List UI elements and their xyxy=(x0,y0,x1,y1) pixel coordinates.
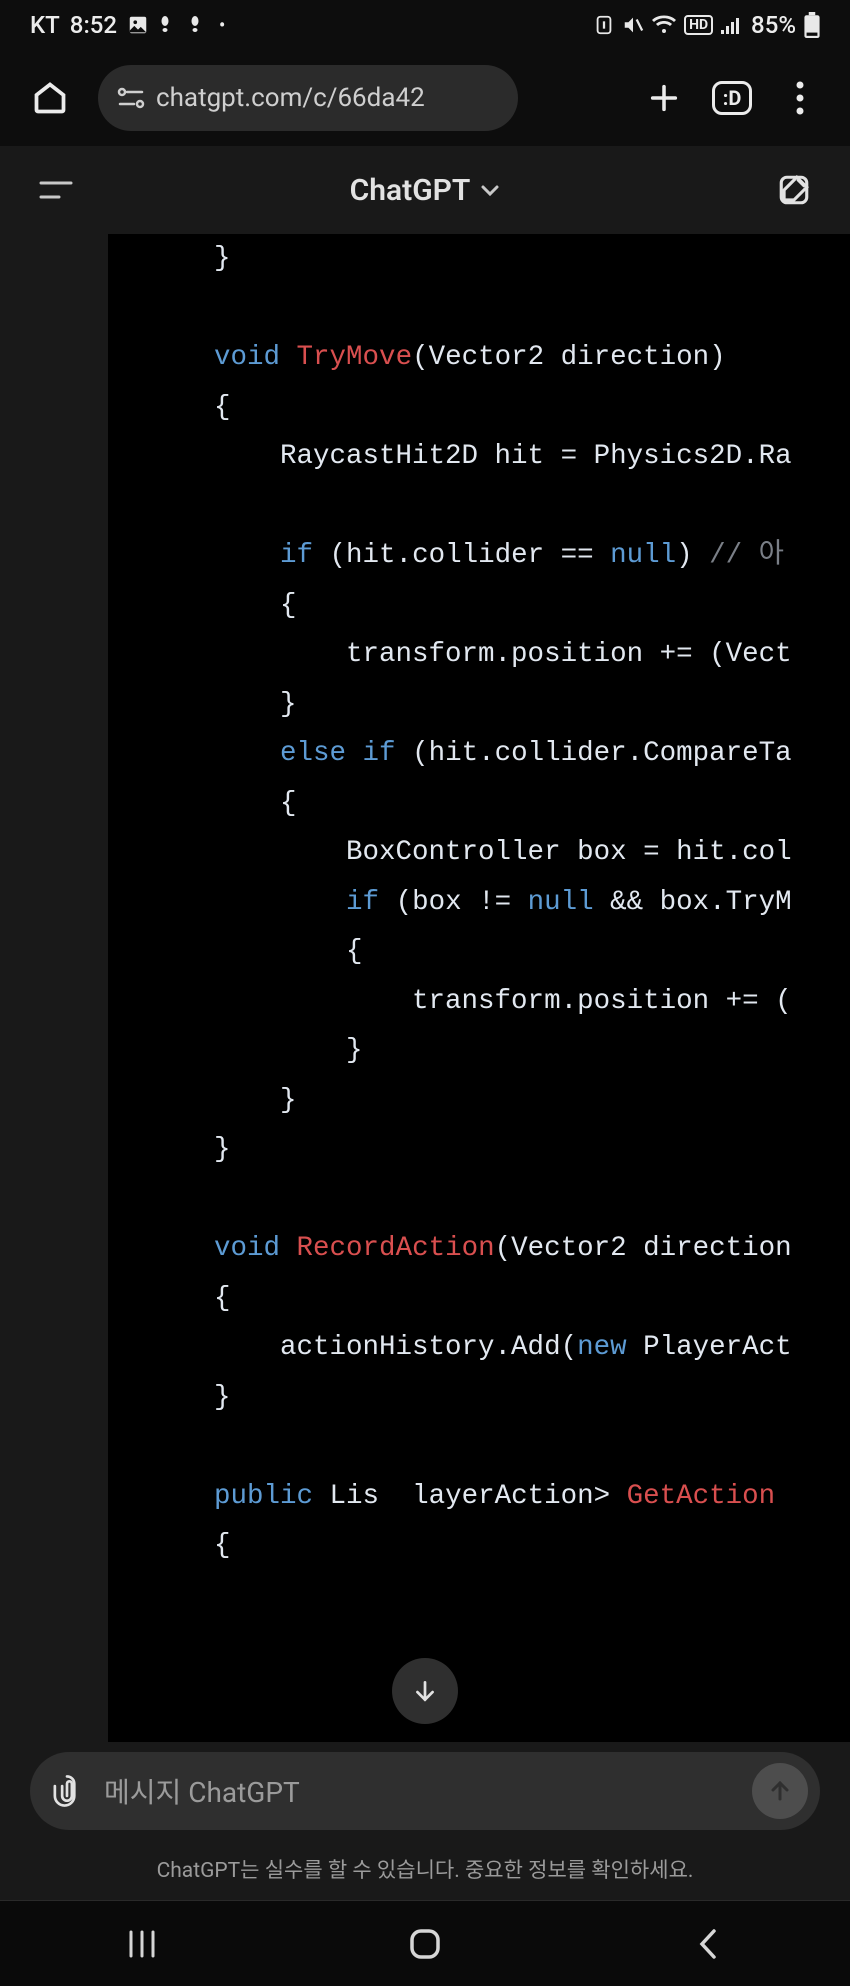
composer: 메시지 ChatGPT ChatGPT는 실수를 할 수 있습니다. 중요한 정… xyxy=(0,1742,850,1900)
tabs-button[interactable]: :D xyxy=(712,78,752,118)
browser-menu-button[interactable] xyxy=(780,78,820,118)
new-tab-button[interactable] xyxy=(644,78,684,118)
battery-icon xyxy=(804,12,820,38)
browser-nav: chatgpt.com/c/66da42 :D xyxy=(0,50,850,146)
send-button[interactable] xyxy=(752,1763,808,1819)
mute-icon xyxy=(622,14,644,36)
status-bar: KT 8:52 • HD 85% xyxy=(0,0,850,50)
message-placeholder: 메시지 ChatGPT xyxy=(104,1771,730,1811)
site-settings-icon xyxy=(116,86,146,110)
footsteps-icon-2 xyxy=(189,14,209,36)
hd-icon: HD xyxy=(684,15,713,35)
home-system-button[interactable] xyxy=(375,1926,475,1962)
new-chat-button[interactable] xyxy=(774,170,814,210)
attach-icon[interactable] xyxy=(52,1774,82,1808)
clock: 8:52 xyxy=(70,11,117,39)
sidebar-toggle-button[interactable] xyxy=(36,170,76,210)
carrier-label: KT xyxy=(30,11,60,39)
status-right: HD 85% xyxy=(594,11,820,39)
power-save-icon xyxy=(594,14,614,36)
code-block[interactable]: } void TryMove(Vector2 direction) { Rayc… xyxy=(108,234,850,1742)
scroll-to-bottom-button[interactable] xyxy=(392,1658,458,1724)
arrow-down-icon xyxy=(412,1678,438,1704)
url-text: chatgpt.com/c/66da42 xyxy=(156,83,425,113)
code-text: } void TryMove(Vector2 direction) { Rayc… xyxy=(148,234,850,1571)
signal-icon xyxy=(721,16,743,34)
tabs-count: :D xyxy=(712,81,753,115)
disclaimer-text: ChatGPT는 실수를 할 수 있습니다. 중요한 정보를 확인하세요. xyxy=(30,1854,820,1884)
app-header: ChatGPT xyxy=(0,146,850,234)
back-button[interactable] xyxy=(658,1927,758,1961)
app-title-text: ChatGPT xyxy=(350,173,471,208)
recents-button[interactable] xyxy=(92,1928,192,1960)
chevron-down-icon xyxy=(480,183,500,197)
gallery-icon xyxy=(127,14,149,36)
battery-pct: 85% xyxy=(751,11,796,39)
url-bar[interactable]: chatgpt.com/c/66da42 xyxy=(98,65,518,131)
wifi-icon xyxy=(652,15,676,35)
arrow-up-icon xyxy=(768,1779,792,1803)
home-button[interactable] xyxy=(30,78,70,118)
system-nav-bar xyxy=(0,1900,850,1986)
footsteps-icon xyxy=(159,14,179,36)
model-selector[interactable]: ChatGPT xyxy=(350,173,501,208)
message-input[interactable]: 메시지 ChatGPT xyxy=(30,1752,820,1830)
chat-content[interactable]: } void TryMove(Vector2 direction) { Rayc… xyxy=(0,234,850,1742)
dot-icon: • xyxy=(219,15,225,36)
status-left: KT 8:52 • xyxy=(30,11,225,39)
